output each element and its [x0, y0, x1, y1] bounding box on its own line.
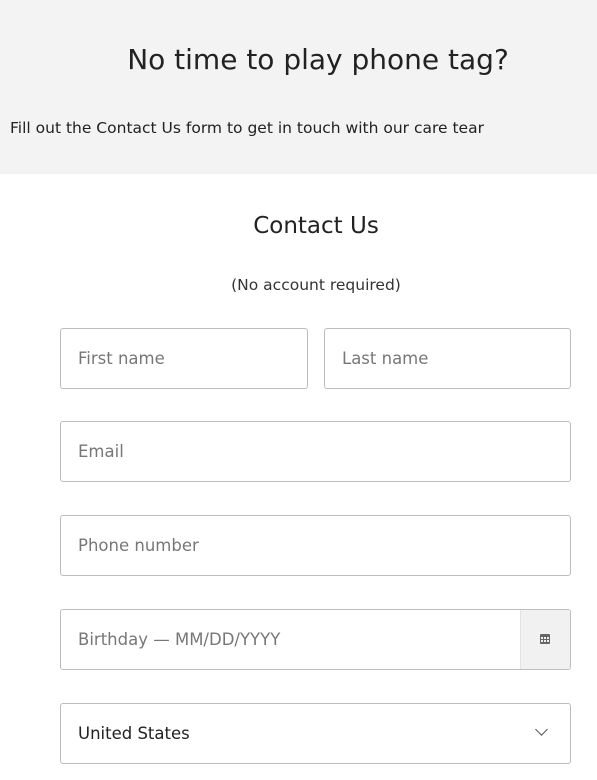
email-placeholder: Email — [78, 442, 124, 461]
birthday-placeholder: Birthday — MM/DD/YYYY — [78, 630, 281, 649]
banner-title: No time to play phone tag? — [127, 43, 509, 76]
email-field[interactable]: Email — [60, 421, 571, 482]
form-title: Contact Us — [253, 213, 379, 239]
last-name-placeholder: Last name — [342, 349, 429, 368]
country-select[interactable]: United States — [60, 703, 571, 764]
chevron-down-icon — [535, 723, 548, 736]
birthday-calendar-button[interactable] — [520, 610, 570, 669]
birthday-field[interactable]: Birthday — MM/DD/YYYY — [60, 609, 571, 670]
phone-number-field[interactable]: Phone number — [60, 515, 571, 576]
calendar-icon — [540, 634, 550, 644]
banner-subtitle: Fill out the Contact Us form to get in t… — [10, 119, 484, 137]
contact-banner: No time to play phone tag? Fill out the … — [0, 0, 597, 174]
first-name-placeholder: First name — [78, 349, 165, 368]
first-name-field[interactable]: First name — [60, 328, 308, 389]
phone-number-placeholder: Phone number — [78, 536, 199, 555]
country-selected-value: United States — [78, 724, 190, 743]
last-name-field[interactable]: Last name — [324, 328, 571, 389]
form-note: (No account required) — [231, 276, 401, 294]
